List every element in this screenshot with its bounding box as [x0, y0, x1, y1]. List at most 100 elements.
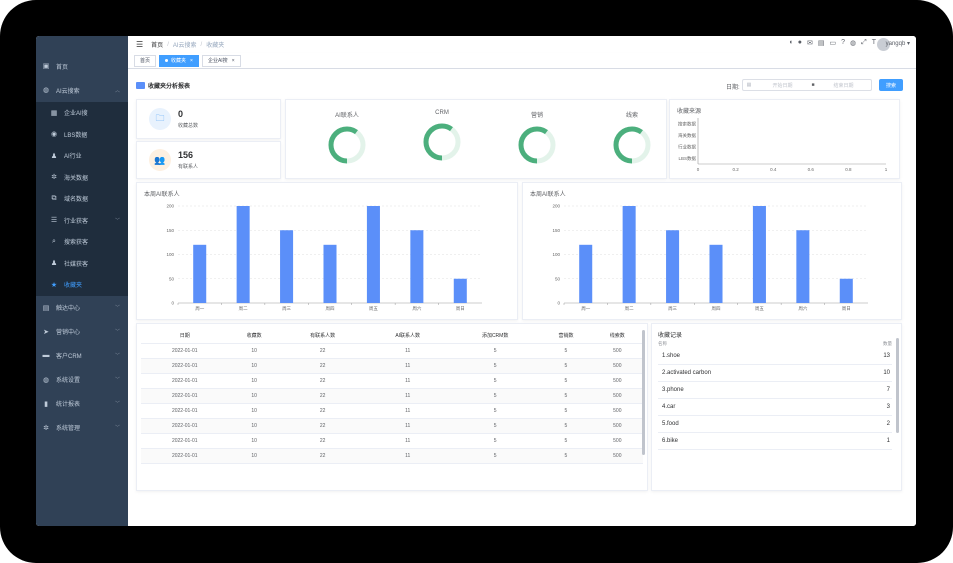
sidebar-item[interactable]: ✲ 系统管理 ﹀ — [36, 416, 128, 440]
sidebar-item-label: 行业获客 — [64, 218, 89, 225]
table-cell: 11 — [365, 358, 450, 374]
bar — [579, 244, 593, 303]
close-icon[interactable]: × — [190, 58, 193, 64]
chevron-down-icon: ﹀ — [114, 353, 120, 359]
chevron-down-icon: ﹀ — [114, 217, 120, 224]
chat-icon[interactable]: ● — [798, 39, 802, 47]
x-tick-label: 0.8 — [845, 167, 852, 172]
tag-enterprise-ai[interactable]: 企业AI搜 × — [201, 54, 241, 67]
globe-icon[interactable]: ◍ — [850, 39, 856, 47]
table-cell: 2022-01-01 — [141, 388, 229, 404]
records-scrollbar[interactable] — [896, 338, 899, 433]
table-cell: 10 — [228, 418, 280, 434]
table-cell: 22 — [279, 448, 366, 464]
tag-favorites[interactable]: 收藏夹 × — [159, 54, 199, 67]
date-range-picker[interactable]: ▦ 开始日期 ■ 结束日期 — [742, 79, 872, 91]
y-tick-label: 200 — [552, 204, 560, 209]
stats-table: 日期 收藏数 有联系人数 AI联系人数 添加CRM数 营销数 线索数 2022-01-01 1… — [141, 329, 643, 464]
table-row: 2022-01-01 10 22 11 5 5 500 — [141, 418, 643, 434]
chevron-down-icon: ﹀ — [114, 401, 120, 407]
message-icon[interactable]: ▭ — [829, 39, 836, 47]
bar — [366, 206, 380, 303]
y-tick-label: 50 — [555, 276, 561, 281]
sidebar-item[interactable]: ▣ 首页 — [36, 54, 128, 78]
list-item[interactable]: 3.phone 7 — [658, 382, 892, 399]
navbar-tools: ◖ ● ✉ ▤ ▭ ? ◍ ⤢ T — [789, 39, 877, 47]
sidebar-item[interactable]: ♟ 社媒获客 — [36, 253, 128, 275]
table-scrollbar[interactable] — [642, 330, 645, 455]
list-item[interactable]: 2.activated carbon 10 — [658, 365, 892, 382]
sidebar-item[interactable]: ⧉ 域名数据 — [36, 188, 128, 210]
y-tick-label: 0 — [171, 301, 174, 306]
app-window: ▣ 首页 ◍ AI云搜索 ︿ ▦ 企业AI搜 ◉ LBS数据 ♟ AI行业 ✲ 海关数据 ⧉ 域名数据 ☰ 行业… — [36, 36, 916, 526]
sidebar-item[interactable]: ◍ 系统设置 ﹀ — [36, 368, 128, 392]
sound-icon[interactable]: ◖ — [789, 39, 793, 47]
table-cell: 2022-01-01 — [141, 433, 229, 449]
fullscreen-icon[interactable]: ⤢ — [861, 39, 867, 47]
username[interactable]: yangqb ▾ — [886, 40, 910, 47]
sidebar-item[interactable]: ⌕ 搜索获客 — [36, 231, 128, 253]
weekly-chart-card-left: 本周AI联系人 0 50 100 150 200 周一 周二 周三 周四 周五 周六 周日 — [136, 182, 518, 320]
sidebar-item[interactable]: ◉ LBS数据 — [36, 124, 128, 146]
table-cell: 500 — [591, 388, 643, 404]
y-tick-label: 100 — [166, 252, 174, 257]
tag-home[interactable]: 首页 — [134, 54, 157, 67]
hamburger-icon[interactable]: ☰ — [136, 40, 143, 49]
table-cell: 11 — [365, 448, 450, 464]
sidebar-item[interactable]: ▮ 统计报表 ﹀ — [36, 392, 128, 416]
sidebar-item[interactable]: ◍ AI云搜索 ︿ — [36, 78, 128, 102]
sidebar-item[interactable]: ▤ 触达中心 ﹀ — [36, 296, 128, 320]
sidebar-item[interactable]: ▦ 企业AI搜 — [36, 102, 128, 124]
help-icon[interactable]: ? — [841, 39, 845, 47]
bar — [280, 230, 294, 303]
user-icon: ♟ — [50, 152, 58, 160]
records-title: 收藏记录 — [658, 333, 683, 339]
weekly-chart-card-right: 本周AI联系人 0 50 100 150 200 周一 周二 周三 周四 周五 周六 周日 — [522, 182, 902, 320]
stats-table-card: 日期 收藏数 有联系人数 AI联系人数 添加CRM数 营销数 线索数 2022-01-01 1… — [136, 323, 648, 491]
donut-chart: AI联系人 — [317, 100, 377, 170]
end-date-input[interactable]: 结束日期 — [816, 82, 871, 89]
search-button[interactable]: 搜索 — [879, 79, 903, 91]
list-item[interactable]: 4.car 3 — [658, 399, 892, 416]
sidebar-item-label: 企业AI搜 — [64, 111, 88, 118]
donut-label: CRM — [435, 110, 449, 116]
mail-icon[interactable]: ✉ — [807, 39, 813, 47]
table-cell: 5 — [540, 403, 592, 419]
table-header-cell: 添加CRM数 — [450, 329, 541, 344]
x-tick-label: 周日 — [456, 306, 465, 312]
chevron-down-icon: ﹀ — [114, 377, 120, 383]
breadcrumb-separator: / — [200, 41, 203, 48]
sidebar-item[interactable]: ▬ 客户CRM ﹀ — [36, 344, 128, 368]
table-cell: 10 — [228, 403, 280, 419]
record-count: 1 — [886, 438, 890, 444]
sidebar-item[interactable]: ★ 收藏夹 — [36, 274, 128, 296]
sidebar-item[interactable]: ♟ AI行业 — [36, 145, 128, 167]
list-item[interactable]: 1.shoe 13 — [658, 348, 892, 365]
bar — [453, 278, 467, 303]
breadcrumb-parent[interactable]: AI云搜索 — [173, 40, 197, 49]
table-cell: 22 — [279, 403, 366, 419]
x-tick-label: 0.4 — [770, 167, 777, 172]
close-icon[interactable]: × — [232, 58, 235, 64]
list-item[interactable]: 6.bike 1 — [658, 433, 892, 450]
bar — [193, 244, 207, 303]
font-size-icon[interactable]: T — [872, 39, 876, 47]
start-date-input[interactable]: 开始日期 — [755, 82, 810, 89]
sidebar-item-label: AI云搜索 — [56, 88, 80, 95]
breadcrumb-home[interactable]: 首页 — [151, 40, 163, 49]
table-cell: 5 — [540, 358, 592, 374]
table-body: 2022-01-01 10 22 11 5 5 500 2022-01-01 10 22 11 5 5 5… — [141, 343, 643, 464]
table-cell: 5 — [450, 433, 541, 449]
sidebar-item[interactable]: ✲ 海关数据 — [36, 167, 128, 189]
y-tick-label: 200 — [166, 204, 174, 209]
stat-value: 0 — [178, 109, 184, 119]
chevron-down-icon: ︿ — [114, 87, 120, 94]
sidebar-item[interactable]: ☰ 行业获客 ﹀ — [36, 210, 128, 232]
document-icon[interactable]: ▤ — [818, 39, 825, 47]
table-cell: 500 — [591, 448, 643, 464]
bar — [323, 244, 337, 303]
table-cell: 22 — [279, 373, 366, 389]
chevron-down-icon: ﹀ — [114, 425, 120, 431]
list-item[interactable]: 5.food 2 — [658, 416, 892, 433]
sidebar-item[interactable]: ➤ 营销中心 ﹀ — [36, 320, 128, 344]
